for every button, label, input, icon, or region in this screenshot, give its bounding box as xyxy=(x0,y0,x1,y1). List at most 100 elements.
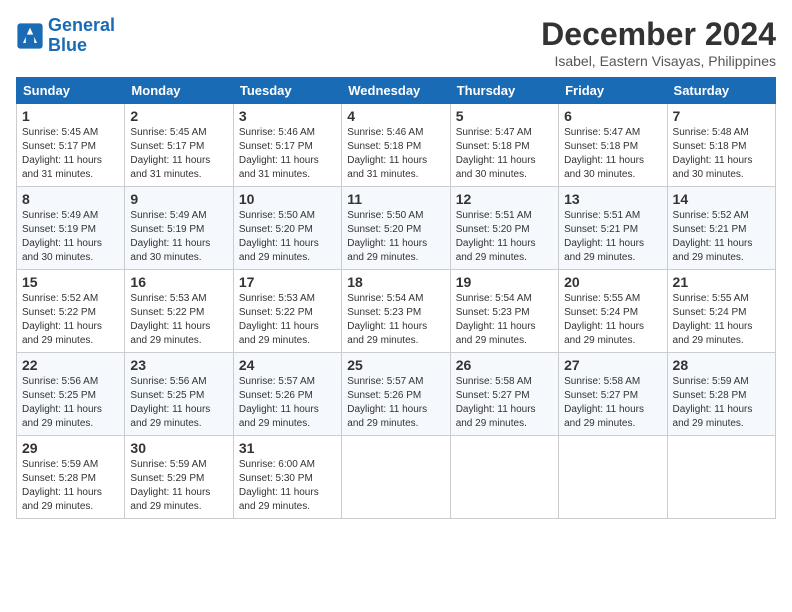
table-row: 26 Sunrise: 5:58 AMSunset: 5:27 PMDaylig… xyxy=(450,353,558,436)
col-sunday: Sunday xyxy=(17,78,125,104)
col-tuesday: Tuesday xyxy=(233,78,341,104)
day-number: 8 xyxy=(22,191,119,207)
day-info: Sunrise: 5:56 AMSunset: 5:25 PMDaylight:… xyxy=(130,376,210,429)
table-row: 9 Sunrise: 5:49 AMSunset: 5:19 PMDayligh… xyxy=(125,187,233,270)
day-number: 17 xyxy=(239,274,336,290)
day-info: Sunrise: 5:58 AMSunset: 5:27 PMDaylight:… xyxy=(456,376,536,429)
day-number: 25 xyxy=(347,357,444,373)
table-row xyxy=(667,436,775,519)
table-row: 20 Sunrise: 5:55 AMSunset: 5:24 PMDaylig… xyxy=(559,270,667,353)
table-row: 3 Sunrise: 5:46 AMSunset: 5:17 PMDayligh… xyxy=(233,104,341,187)
day-info: Sunrise: 5:47 AMSunset: 5:18 PMDaylight:… xyxy=(456,127,536,180)
logo-line2: Blue xyxy=(48,35,87,55)
day-info: Sunrise: 5:55 AMSunset: 5:24 PMDaylight:… xyxy=(564,293,644,346)
col-monday: Monday xyxy=(125,78,233,104)
table-row: 1 Sunrise: 5:45 AMSunset: 5:17 PMDayligh… xyxy=(17,104,125,187)
logo-icon xyxy=(16,22,44,50)
day-number: 24 xyxy=(239,357,336,373)
day-info: Sunrise: 5:56 AMSunset: 5:25 PMDaylight:… xyxy=(22,376,102,429)
calendar-week-row: 22 Sunrise: 5:56 AMSunset: 5:25 PMDaylig… xyxy=(17,353,776,436)
day-number: 12 xyxy=(456,191,553,207)
day-number: 31 xyxy=(239,440,336,456)
day-number: 18 xyxy=(347,274,444,290)
day-info: Sunrise: 5:53 AMSunset: 5:22 PMDaylight:… xyxy=(239,293,319,346)
table-row: 6 Sunrise: 5:47 AMSunset: 5:18 PMDayligh… xyxy=(559,104,667,187)
calendar-week-row: 29 Sunrise: 5:59 AMSunset: 5:28 PMDaylig… xyxy=(17,436,776,519)
day-info: Sunrise: 5:45 AMSunset: 5:17 PMDaylight:… xyxy=(130,127,210,180)
day-info: Sunrise: 5:49 AMSunset: 5:19 PMDaylight:… xyxy=(130,210,210,263)
month-title: December 2024 xyxy=(541,16,776,53)
table-row: 10 Sunrise: 5:50 AMSunset: 5:20 PMDaylig… xyxy=(233,187,341,270)
day-number: 22 xyxy=(22,357,119,373)
table-row: 14 Sunrise: 5:52 AMSunset: 5:21 PMDaylig… xyxy=(667,187,775,270)
day-number: 23 xyxy=(130,357,227,373)
col-wednesday: Wednesday xyxy=(342,78,450,104)
table-row: 7 Sunrise: 5:48 AMSunset: 5:18 PMDayligh… xyxy=(667,104,775,187)
day-info: Sunrise: 5:51 AMSunset: 5:21 PMDaylight:… xyxy=(564,210,644,263)
day-number: 19 xyxy=(456,274,553,290)
day-number: 28 xyxy=(673,357,770,373)
calendar-header-row: Sunday Monday Tuesday Wednesday Thursday… xyxy=(17,78,776,104)
day-number: 10 xyxy=(239,191,336,207)
calendar-table: Sunday Monday Tuesday Wednesday Thursday… xyxy=(16,77,776,519)
day-info: Sunrise: 5:50 AMSunset: 5:20 PMDaylight:… xyxy=(239,210,319,263)
table-row: 17 Sunrise: 5:53 AMSunset: 5:22 PMDaylig… xyxy=(233,270,341,353)
day-number: 26 xyxy=(456,357,553,373)
day-info: Sunrise: 5:46 AMSunset: 5:18 PMDaylight:… xyxy=(347,127,427,180)
table-row: 11 Sunrise: 5:50 AMSunset: 5:20 PMDaylig… xyxy=(342,187,450,270)
day-info: Sunrise: 5:59 AMSunset: 5:29 PMDaylight:… xyxy=(130,459,210,512)
day-info: Sunrise: 5:57 AMSunset: 5:26 PMDaylight:… xyxy=(239,376,319,429)
day-number: 11 xyxy=(347,191,444,207)
table-row: 23 Sunrise: 5:56 AMSunset: 5:25 PMDaylig… xyxy=(125,353,233,436)
calendar-week-row: 8 Sunrise: 5:49 AMSunset: 5:19 PMDayligh… xyxy=(17,187,776,270)
table-row: 15 Sunrise: 5:52 AMSunset: 5:22 PMDaylig… xyxy=(17,270,125,353)
day-info: Sunrise: 5:59 AMSunset: 5:28 PMDaylight:… xyxy=(673,376,753,429)
day-number: 13 xyxy=(564,191,661,207)
table-row: 25 Sunrise: 5:57 AMSunset: 5:26 PMDaylig… xyxy=(342,353,450,436)
table-row: 8 Sunrise: 5:49 AMSunset: 5:19 PMDayligh… xyxy=(17,187,125,270)
day-number: 30 xyxy=(130,440,227,456)
title-block: December 2024 Isabel, Eastern Visayas, P… xyxy=(541,16,776,69)
day-info: Sunrise: 5:53 AMSunset: 5:22 PMDaylight:… xyxy=(130,293,210,346)
day-number: 29 xyxy=(22,440,119,456)
table-row: 19 Sunrise: 5:54 AMSunset: 5:23 PMDaylig… xyxy=(450,270,558,353)
table-row: 22 Sunrise: 5:56 AMSunset: 5:25 PMDaylig… xyxy=(17,353,125,436)
col-saturday: Saturday xyxy=(667,78,775,104)
table-row: 13 Sunrise: 5:51 AMSunset: 5:21 PMDaylig… xyxy=(559,187,667,270)
day-info: Sunrise: 5:48 AMSunset: 5:18 PMDaylight:… xyxy=(673,127,753,180)
day-info: Sunrise: 5:55 AMSunset: 5:24 PMDaylight:… xyxy=(673,293,753,346)
day-number: 27 xyxy=(564,357,661,373)
day-info: Sunrise: 5:57 AMSunset: 5:26 PMDaylight:… xyxy=(347,376,427,429)
day-number: 7 xyxy=(673,108,770,124)
calendar-body: 1 Sunrise: 5:45 AMSunset: 5:17 PMDayligh… xyxy=(17,104,776,519)
day-number: 3 xyxy=(239,108,336,124)
table-row: 27 Sunrise: 5:58 AMSunset: 5:27 PMDaylig… xyxy=(559,353,667,436)
logo-text: General Blue xyxy=(48,16,115,56)
day-info: Sunrise: 5:58 AMSunset: 5:27 PMDaylight:… xyxy=(564,376,644,429)
table-row: 29 Sunrise: 5:59 AMSunset: 5:28 PMDaylig… xyxy=(17,436,125,519)
day-number: 9 xyxy=(130,191,227,207)
day-info: Sunrise: 6:00 AMSunset: 5:30 PMDaylight:… xyxy=(239,459,319,512)
table-row: 2 Sunrise: 5:45 AMSunset: 5:17 PMDayligh… xyxy=(125,104,233,187)
calendar-week-row: 15 Sunrise: 5:52 AMSunset: 5:22 PMDaylig… xyxy=(17,270,776,353)
logo-line1: General xyxy=(48,15,115,35)
table-row: 18 Sunrise: 5:54 AMSunset: 5:23 PMDaylig… xyxy=(342,270,450,353)
day-info: Sunrise: 5:46 AMSunset: 5:17 PMDaylight:… xyxy=(239,127,319,180)
day-number: 14 xyxy=(673,191,770,207)
logo: General Blue xyxy=(16,16,115,56)
day-info: Sunrise: 5:54 AMSunset: 5:23 PMDaylight:… xyxy=(347,293,427,346)
table-row xyxy=(342,436,450,519)
table-row: 24 Sunrise: 5:57 AMSunset: 5:26 PMDaylig… xyxy=(233,353,341,436)
table-row: 5 Sunrise: 5:47 AMSunset: 5:18 PMDayligh… xyxy=(450,104,558,187)
table-row: 4 Sunrise: 5:46 AMSunset: 5:18 PMDayligh… xyxy=(342,104,450,187)
table-row: 31 Sunrise: 6:00 AMSunset: 5:30 PMDaylig… xyxy=(233,436,341,519)
table-row: 21 Sunrise: 5:55 AMSunset: 5:24 PMDaylig… xyxy=(667,270,775,353)
table-row: 30 Sunrise: 5:59 AMSunset: 5:29 PMDaylig… xyxy=(125,436,233,519)
day-number: 15 xyxy=(22,274,119,290)
page-header: General Blue December 2024 Isabel, Easte… xyxy=(16,16,776,69)
table-row: 12 Sunrise: 5:51 AMSunset: 5:20 PMDaylig… xyxy=(450,187,558,270)
day-number: 16 xyxy=(130,274,227,290)
table-row: 16 Sunrise: 5:53 AMSunset: 5:22 PMDaylig… xyxy=(125,270,233,353)
col-friday: Friday xyxy=(559,78,667,104)
day-info: Sunrise: 5:49 AMSunset: 5:19 PMDaylight:… xyxy=(22,210,102,263)
